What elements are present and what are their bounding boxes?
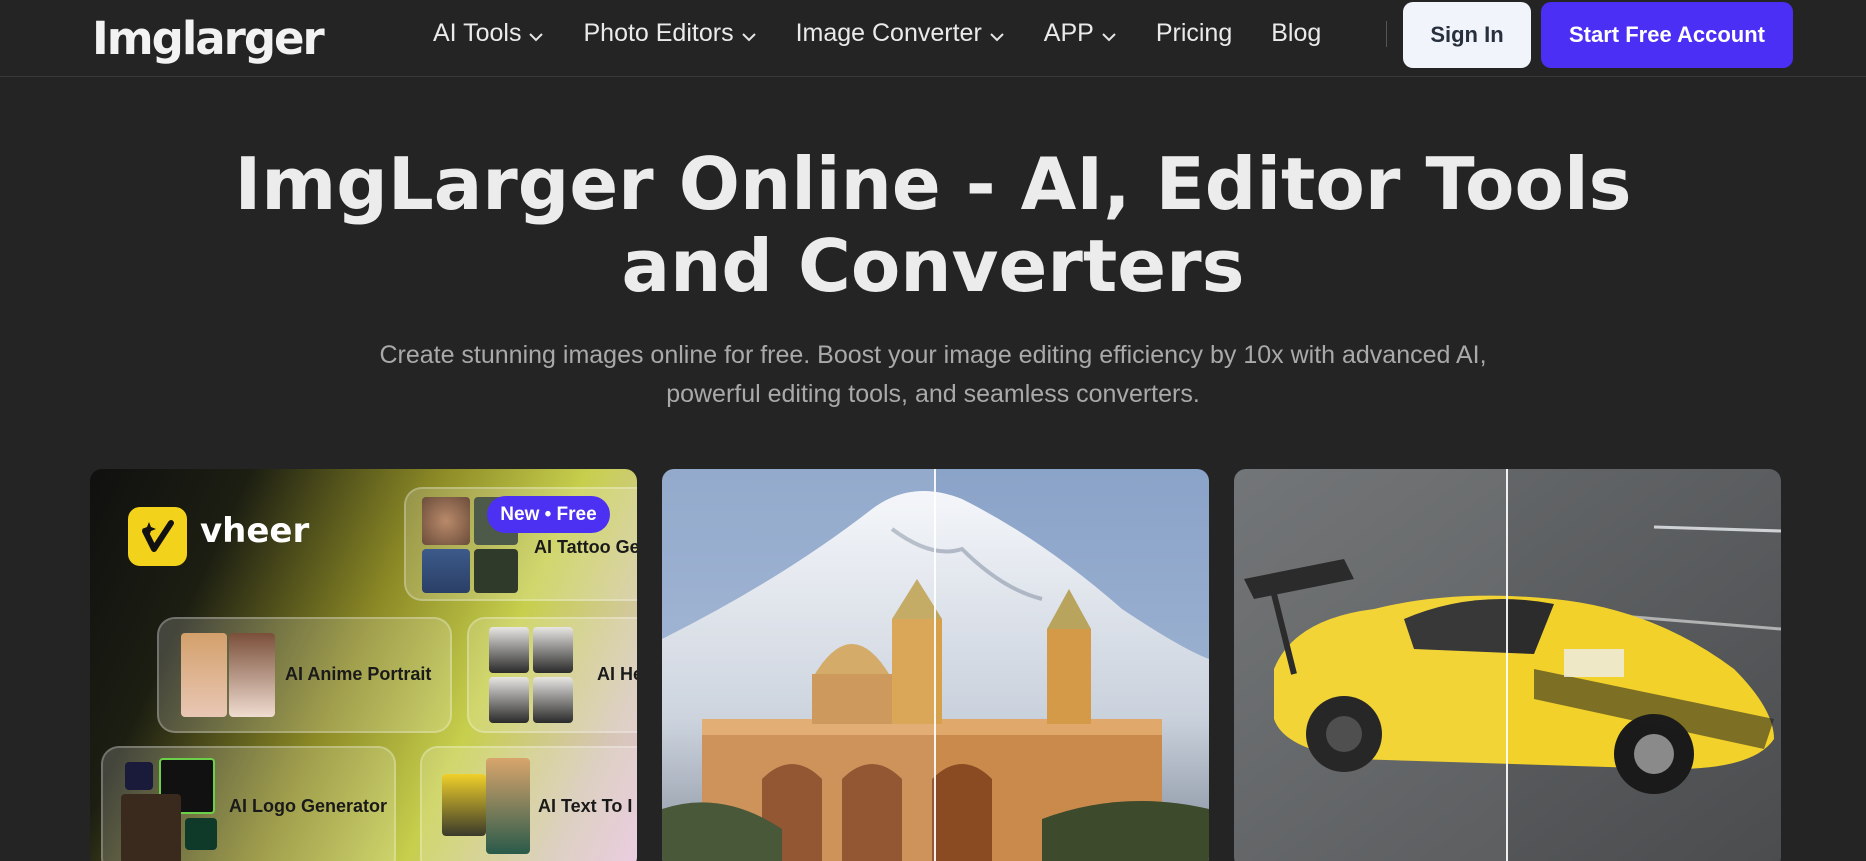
logo-thumb — [125, 762, 153, 790]
chevron-down-icon — [741, 20, 757, 49]
tile-label: AI Logo Generator — [229, 796, 388, 816]
start-free-account-button[interactable]: Start Free Account — [1541, 2, 1793, 68]
tattoo-thumb — [422, 497, 470, 545]
text-image-thumb — [442, 774, 486, 836]
hero-subtitle-line2: powerful editing tools, and seamless con… — [666, 380, 1200, 408]
headshot-thumb — [489, 627, 529, 673]
headshot-thumb — [533, 677, 573, 723]
hero-title: ImgLarger Online - AI, Editor Tools and … — [0, 143, 1866, 307]
nav-label: APP — [1043, 18, 1094, 47]
tile-label: AI Text To I — [538, 796, 633, 816]
sign-in-button[interactable]: Sign In — [1403, 2, 1531, 68]
logo-thumb — [121, 794, 181, 861]
logo-thumb — [185, 818, 217, 850]
chevron-down-icon — [989, 20, 1005, 49]
chevron-down-icon — [528, 20, 544, 49]
tile-label: AI He — [597, 664, 637, 684]
landscape-enhance-card[interactable] — [662, 469, 1209, 861]
anime-thumb — [229, 633, 275, 717]
nav-image-converter[interactable]: Image Converter — [796, 18, 1005, 49]
new-free-badge: New • Free — [487, 496, 610, 533]
tile-ai-text-to-image[interactable]: AI Text To I — [420, 746, 637, 861]
tattoo-thumb — [422, 549, 470, 593]
tattoo-thumb — [474, 549, 518, 593]
nav-label: Image Converter — [795, 18, 982, 47]
top-navbar: Imglarger AI Tools Photo Editors Image C… — [0, 0, 1866, 77]
tile-ai-anime-portrait[interactable]: AI Anime Portrait — [157, 617, 452, 733]
nav-ai-tools[interactable]: AI Tools — [433, 18, 544, 49]
headshot-thumb — [533, 627, 573, 673]
tile-label: AI Tattoo Ge — [534, 537, 637, 557]
vheer-promo-card[interactable]: vheer New • Free AI Tattoo Ge AI Anime P… — [90, 469, 637, 861]
chevron-down-icon — [1101, 20, 1117, 49]
hero-title-line1: ImgLarger Online - AI, Editor Tools — [234, 142, 1632, 226]
nav-label: AI Tools — [433, 18, 522, 47]
nav-pricing[interactable]: Pricing — [1156, 19, 1232, 48]
car-enhance-card[interactable] — [1234, 469, 1781, 861]
vheer-brand: vheer — [200, 511, 310, 551]
nav-blog[interactable]: Blog — [1271, 19, 1321, 48]
nav-label: Blog — [1271, 18, 1322, 47]
nav-label: Photo Editors — [583, 18, 734, 47]
nav-divider — [1386, 21, 1387, 47]
main-nav: AI Tools Photo Editors Image Converter A… — [433, 0, 1360, 66]
imglarger-logo[interactable]: Imglarger — [92, 12, 325, 65]
logo-text: Imglarger — [92, 12, 325, 65]
tile-ai-headshot[interactable]: AI He — [467, 617, 637, 733]
comparison-divider[interactable] — [1506, 469, 1508, 861]
headshot-thumb — [489, 677, 529, 723]
nav-photo-editors[interactable]: Photo Editors — [583, 18, 756, 49]
comparison-divider[interactable] — [934, 469, 936, 861]
hero-title-line2: and Converters — [621, 224, 1245, 308]
vheer-logo-icon — [128, 507, 187, 566]
text-image-thumb — [486, 758, 530, 854]
nav-label: Pricing — [1155, 18, 1233, 47]
hero-subtitle-line1: Create stunning images online for free. … — [379, 341, 1487, 369]
tile-label: AI Anime Portrait — [285, 664, 432, 684]
tile-ai-logo-generator[interactable]: AI Logo Generator — [101, 746, 396, 861]
anime-thumb — [181, 633, 227, 717]
hero-subtitle: Create stunning images online for free. … — [320, 336, 1546, 414]
nav-app[interactable]: APP — [1044, 18, 1117, 49]
